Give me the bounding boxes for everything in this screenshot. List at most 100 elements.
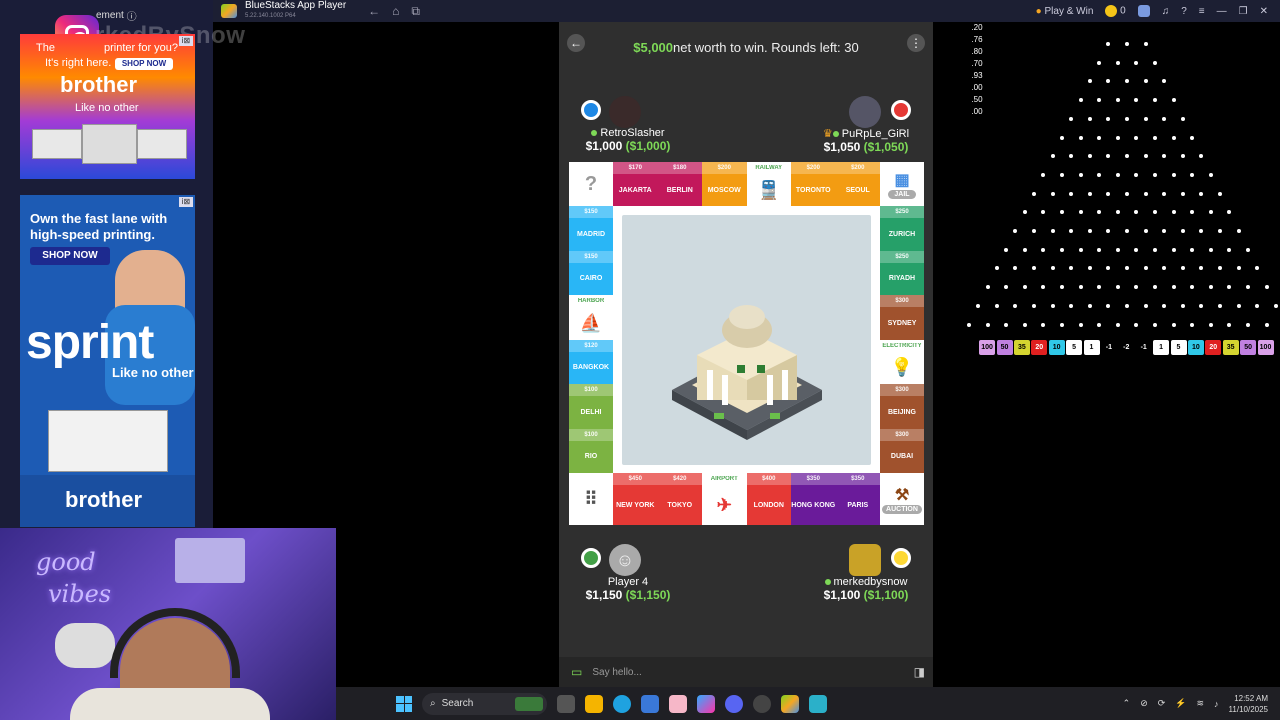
home-icon[interactable]: ⌂ bbox=[392, 4, 399, 18]
file-explorer-icon[interactable] bbox=[585, 694, 603, 713]
plinko-peg bbox=[1097, 322, 1102, 327]
property-tile[interactable]: $300 SYDNEY bbox=[880, 295, 924, 340]
property-tile[interactable]: $150 CAIRO bbox=[569, 250, 613, 295]
avatar[interactable] bbox=[849, 96, 881, 128]
sync-icon[interactable]: ⟳ bbox=[1158, 698, 1166, 709]
bell-icon[interactable]: ♫ bbox=[1162, 6, 1170, 17]
plinko-peg bbox=[1059, 247, 1064, 252]
restore-icon[interactable]: ❐ bbox=[1239, 6, 1248, 17]
property-tile[interactable]: $200 TORONTO bbox=[791, 162, 836, 206]
network-icon[interactable]: ⚡ bbox=[1175, 698, 1186, 709]
store-icon[interactable] bbox=[641, 694, 659, 713]
tile-price: $250 bbox=[880, 206, 924, 218]
tile-name: ZURICH bbox=[888, 230, 916, 238]
property-tile[interactable]: $300 DUBAI bbox=[880, 428, 924, 473]
property-tile[interactable]: $350 HONG KONG bbox=[791, 473, 836, 525]
neon-sign-vibes: vibes bbox=[48, 580, 112, 608]
property-tile[interactable]: $420 TOKYO bbox=[657, 473, 702, 525]
avatar[interactable] bbox=[849, 544, 881, 576]
tile-price: $350 bbox=[791, 473, 836, 485]
player-card-retroslasher[interactable]: RetroSlasher $1,000 ($1,000) bbox=[573, 127, 683, 153]
play-win-button[interactable]: ● Play & Win bbox=[1036, 6, 1094, 17]
adchoices-icon[interactable]: i⊠ bbox=[179, 36, 193, 46]
shop-now-button[interactable]: SHOP NOW bbox=[115, 58, 173, 70]
plinko-peg bbox=[1115, 210, 1120, 215]
coins-display[interactable]: 0 bbox=[1105, 5, 1126, 17]
notes-icon[interactable] bbox=[669, 694, 687, 713]
chevron-up-icon[interactable]: ⌃ bbox=[1123, 698, 1131, 709]
volume-icon[interactable]: ♪ bbox=[1214, 699, 1219, 709]
auction-tile[interactable]: ⚒ AUCTION bbox=[880, 473, 924, 525]
plinko-peg bbox=[1013, 303, 1018, 308]
property-tile[interactable]: ELECTRICITY 💡 bbox=[880, 339, 924, 384]
plinko-peg bbox=[1134, 247, 1139, 252]
bluestacks-taskbar-icon[interactable] bbox=[781, 694, 799, 713]
goal-amount: $5,000 bbox=[633, 39, 674, 55]
hamburger-menu-icon[interactable]: ≡ bbox=[1199, 6, 1205, 17]
task-view-icon[interactable] bbox=[557, 694, 575, 713]
plinko-peg bbox=[1162, 154, 1167, 159]
plinko-peg bbox=[1190, 285, 1195, 290]
property-tile[interactable]: $170 JAKARTA bbox=[613, 162, 658, 206]
property-tile[interactable]: $300 BEIJING bbox=[880, 384, 924, 429]
tile-price: $300 bbox=[880, 428, 924, 441]
edge-icon[interactable] bbox=[613, 694, 631, 713]
plinko-peg bbox=[1059, 210, 1064, 215]
property-tile[interactable]: $150 MADRID bbox=[569, 206, 613, 251]
tile-name: BERLIN bbox=[666, 186, 693, 194]
taskbar-search[interactable]: ⌕ Search bbox=[422, 692, 547, 715]
plinko-peg bbox=[1143, 79, 1148, 84]
chance-tile[interactable]: ? bbox=[569, 162, 613, 206]
plinko-bucket: -1 bbox=[1100, 340, 1117, 355]
info-icon[interactable]: ⓘ bbox=[127, 8, 137, 23]
property-tile[interactable]: $100 RIO bbox=[569, 428, 613, 473]
windows-start-icon[interactable] bbox=[396, 695, 412, 712]
chat-bar[interactable]: ▭ Say hello... ◨ bbox=[559, 657, 933, 687]
property-tile[interactable]: $350 PARIS bbox=[835, 473, 880, 525]
avatar[interactable] bbox=[609, 96, 641, 128]
plinko-peg bbox=[1162, 79, 1167, 84]
jail-label: JAIL bbox=[888, 189, 916, 199]
property-tile[interactable]: $180 BERLIN bbox=[657, 162, 702, 206]
minimize-icon[interactable]: — bbox=[1217, 6, 1227, 17]
property-tile[interactable]: $200 SEOUL bbox=[835, 162, 880, 206]
plinko-peg bbox=[1190, 247, 1195, 252]
adchoices-icon[interactable]: i⊠ bbox=[179, 197, 193, 207]
brother-ad-bottom[interactable]: i⊠ Own the fast lane with high-speed prin… bbox=[20, 195, 195, 527]
player-card-purple-girl[interactable]: ♛ PuRpLe_GiRl $1,050 ($1,050) bbox=[811, 127, 921, 154]
multi-window-icon[interactable]: ⧉ bbox=[411, 4, 420, 19]
property-tile[interactable]: $200 MOSCOW bbox=[702, 162, 747, 206]
mute-icon[interactable]: ⊘ bbox=[1140, 698, 1148, 709]
player-card-merkedbysnow[interactable]: merkedbysnow $1,100 ($1,100) bbox=[811, 576, 921, 602]
property-tile[interactable]: $120 BANGKOK bbox=[569, 339, 613, 384]
property-tile[interactable]: RAILWAY 🚆 bbox=[746, 162, 791, 206]
copilot-icon[interactable] bbox=[697, 694, 715, 713]
shop-now-button[interactable]: SHOP NOW bbox=[30, 247, 110, 265]
avatar[interactable]: ☺ bbox=[609, 544, 641, 576]
start-tile[interactable]: ⠿ bbox=[569, 473, 613, 525]
sticker-icon[interactable]: ◨ bbox=[914, 665, 925, 679]
obs-icon[interactable] bbox=[753, 694, 771, 713]
chat-input[interactable]: Say hello... bbox=[592, 667, 641, 678]
property-tile[interactable]: $250 RIYADH bbox=[880, 250, 924, 295]
clock[interactable]: 12:52 AM 11/10/2025 bbox=[1229, 693, 1268, 715]
plinko-peg bbox=[1180, 266, 1185, 271]
avatar[interactable] bbox=[1137, 5, 1150, 17]
more-menu-icon[interactable]: ⋮ bbox=[907, 34, 925, 52]
property-tile[interactable]: $250 ZURICH bbox=[880, 206, 924, 251]
brother-ad-top[interactable]: i⊠ The printer for you? It's right here.… bbox=[20, 34, 195, 179]
property-tile[interactable]: $100 DELHI bbox=[569, 384, 613, 429]
wifi-icon[interactable]: ≋ bbox=[1197, 698, 1205, 709]
player-card-player4[interactable]: Player 4 $1,150 ($1,150) bbox=[573, 576, 683, 602]
app-icon[interactable] bbox=[809, 694, 827, 713]
property-tile[interactable]: $450 NEW YORK bbox=[613, 473, 658, 525]
close-icon[interactable]: ✕ bbox=[1260, 6, 1268, 17]
property-tile[interactable]: $400 LONDON bbox=[746, 473, 791, 525]
jail-tile[interactable]: ▦ JAIL bbox=[880, 162, 924, 206]
plinko-peg bbox=[1143, 116, 1148, 121]
back-icon[interactable]: ← bbox=[368, 4, 380, 18]
property-tile[interactable]: HARBOR ⛵ bbox=[569, 295, 613, 340]
help-icon[interactable]: ? bbox=[1181, 6, 1187, 17]
discord-icon[interactable] bbox=[725, 694, 743, 713]
property-tile[interactable]: AIRPORT ✈ bbox=[702, 473, 747, 525]
